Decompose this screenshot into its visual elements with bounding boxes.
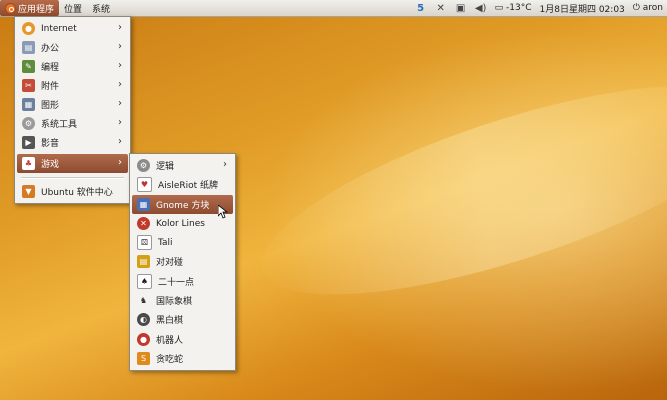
applications-menu-label: 应用程序 xyxy=(18,4,55,15)
chevron-right-icon: › xyxy=(118,41,122,52)
menu-item-label: 办公 xyxy=(41,44,60,54)
office-icon: ▤ xyxy=(22,41,35,54)
weather-indicator[interactable]: ▭ -13°C xyxy=(495,3,532,13)
menu-item-label: 编程 xyxy=(41,63,60,73)
ubuntu-logo-icon xyxy=(5,2,16,14)
menu-item-label: Ubuntu 软件中心 xyxy=(41,188,113,198)
chevron-right-icon: › xyxy=(118,22,122,33)
menu-item-label: 国际象棋 xyxy=(156,297,193,307)
menu-item-label: Tali xyxy=(158,237,173,248)
user-menu[interactable]: ⏻ aron xyxy=(633,3,663,13)
menu-item-chess[interactable]: ♞ 国际象棋 xyxy=(132,291,233,310)
snake-icon: S xyxy=(137,352,150,365)
system-tools-icon: ⚙ xyxy=(22,117,35,130)
system-menu-label: 系统 xyxy=(92,4,111,15)
menu-item-tali[interactable]: ⚄ Tali xyxy=(132,233,233,252)
network-icon[interactable]: ▣ xyxy=(455,2,467,14)
top-panel: 应用程序 位置 系统 5 ✕ ▣ ◀) ▭ -13°C 1月8日星期四 02:0… xyxy=(0,0,667,17)
menu-item-label: 机器人 xyxy=(156,336,184,346)
menu-item-games[interactable]: ♣ 游戏 › xyxy=(17,154,128,173)
chevron-right-icon: › xyxy=(118,60,122,71)
menu-item-label: 游戏 xyxy=(41,160,60,170)
places-menu[interactable]: 位置 xyxy=(59,0,87,16)
menu-item-label: Internet xyxy=(41,23,77,34)
graphics-icon: ▦ xyxy=(22,98,35,111)
chevron-right-icon: › xyxy=(118,79,122,90)
menu-item-label: Gnome 方块 xyxy=(156,201,210,211)
menu-item-robots[interactable]: ● 机器人 xyxy=(132,330,233,349)
dice-icon: ⚄ xyxy=(137,235,152,250)
multimedia-icon: ▶ xyxy=(22,136,35,149)
menu-item-snake[interactable]: S 贪吃蛇 xyxy=(132,349,233,368)
tetris-icon: ▦ xyxy=(137,198,150,211)
menu-item-label: 图形 xyxy=(41,101,60,111)
menu-item-label: AisleRiot 纸牌 xyxy=(158,181,219,191)
menu-item-software-center[interactable]: ▼ Ubuntu 软件中心 xyxy=(17,182,128,201)
kolor-lines-icon: ✕ xyxy=(137,217,150,230)
menu-item-label: 二十一点 xyxy=(158,278,195,288)
menu-item-reversi[interactable]: ◐ 黑白棋 xyxy=(132,310,233,329)
globe-icon: ● xyxy=(22,22,35,35)
menu-item-office[interactable]: ▤ 办公 › xyxy=(17,38,128,57)
accessories-icon: ✂ xyxy=(22,79,35,92)
games-icon: ♣ xyxy=(22,157,35,170)
menu-item-aisleriot[interactable]: ♥ AisleRiot 纸牌 xyxy=(132,175,233,194)
user-name: aron xyxy=(642,3,663,13)
games-submenu: ⚙ 逻辑 › ♥ AisleRiot 纸牌 ▦ Gnome 方块 ✕ Kolor… xyxy=(129,153,236,371)
same-icon: ▤ xyxy=(137,255,150,268)
system-menu[interactable]: 系统 xyxy=(87,0,115,16)
software-center-icon: ▼ xyxy=(22,185,35,198)
places-menu-label: 位置 xyxy=(64,4,83,15)
menu-item-label: 对对碰 xyxy=(156,258,184,268)
chevron-right-icon: › xyxy=(118,98,122,109)
programming-icon: ✎ xyxy=(22,60,35,73)
menu-item-blackjack[interactable]: ♠ 二十一点 xyxy=(132,272,233,291)
menu-item-logic[interactable]: ⚙ 逻辑 › xyxy=(132,156,233,175)
wallpaper-streak xyxy=(241,43,667,337)
menu-item-internet[interactable]: ● Internet › xyxy=(17,19,128,38)
menu-item-label: 黑白棋 xyxy=(156,316,184,326)
menu-separator xyxy=(21,177,124,179)
bluetooth-icon[interactable]: ✕ xyxy=(435,2,447,14)
chevron-right-icon: › xyxy=(118,136,122,147)
applications-menu[interactable]: 应用程序 xyxy=(0,0,60,16)
power-icon: ⏻ xyxy=(632,3,640,13)
weather-icon: ▭ xyxy=(494,3,504,13)
temperature-text: -13°C xyxy=(506,3,532,13)
network-indicator-icon[interactable]: 5 xyxy=(415,2,427,14)
applications-dropdown: ● Internet › ▤ 办公 › ✎ 编程 › ✂ 附件 › ▦ 图形 ›… xyxy=(14,16,131,204)
mouse-cursor-icon xyxy=(218,205,228,219)
chess-icon: ♞ xyxy=(137,294,150,307)
blackjack-icon: ♠ xyxy=(137,274,152,289)
menu-item-label: 逻辑 xyxy=(156,162,175,172)
logic-icon: ⚙ xyxy=(137,159,150,172)
menu-item-label: Kolor Lines xyxy=(156,218,205,229)
menu-item-label: 贪吃蛇 xyxy=(156,355,184,365)
menu-item-label: 影音 xyxy=(41,139,60,149)
chevron-right-icon: › xyxy=(118,157,122,168)
reversi-icon: ◐ xyxy=(137,313,150,326)
menu-item-programming[interactable]: ✎ 编程 › xyxy=(17,57,128,76)
menu-item-system-tools[interactable]: ⚙ 系统工具 › xyxy=(17,114,128,133)
chevron-right-icon: › xyxy=(223,159,227,170)
menu-item-accessories[interactable]: ✂ 附件 › xyxy=(17,76,128,95)
menu-item-same-gnome[interactable]: ▤ 对对碰 xyxy=(132,252,233,271)
cards-icon: ♥ xyxy=(137,177,152,192)
menu-item-label: 附件 xyxy=(41,82,60,92)
chevron-right-icon: › xyxy=(118,117,122,128)
clock[interactable]: 1月8日星期四 02:03 xyxy=(540,2,625,15)
menu-item-multimedia[interactable]: ▶ 影音 › xyxy=(17,133,128,152)
menu-item-graphics[interactable]: ▦ 图形 › xyxy=(17,95,128,114)
robots-icon: ● xyxy=(137,333,150,346)
volume-icon[interactable]: ◀) xyxy=(475,2,487,14)
menu-item-label: 系统工具 xyxy=(41,120,78,130)
